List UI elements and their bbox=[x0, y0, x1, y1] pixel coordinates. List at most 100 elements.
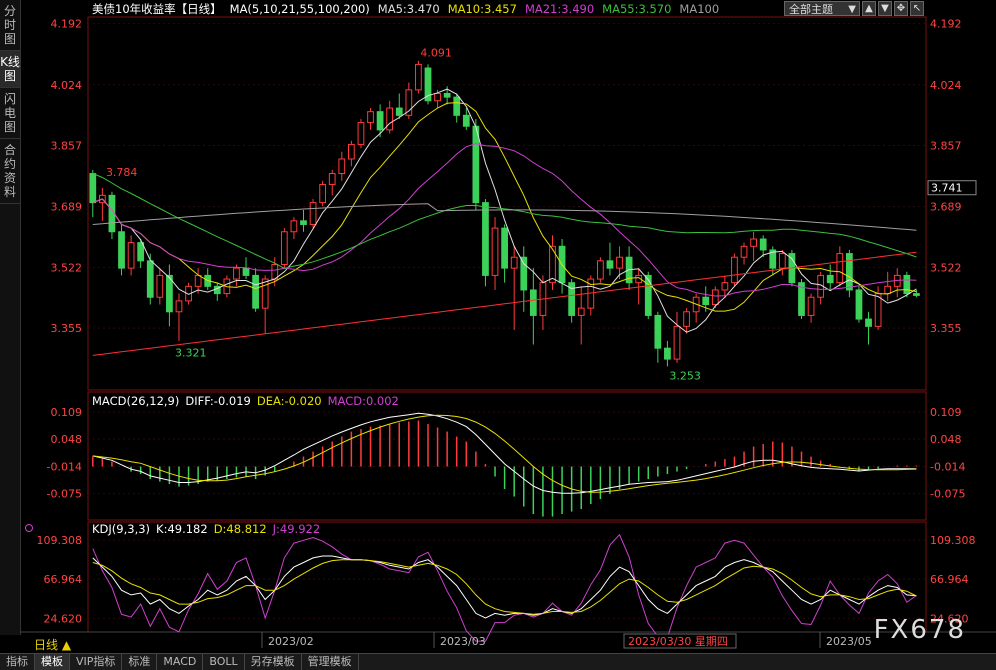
candle-body-29 bbox=[367, 111, 374, 124]
macd-tick-left-0: 0.109 bbox=[51, 406, 83, 419]
bottom-tab-1[interactable]: 模板 bbox=[35, 654, 70, 670]
annotation-high-mar: 4.091 bbox=[420, 46, 452, 59]
candle-body-24 bbox=[319, 183, 327, 204]
candle-body-23 bbox=[309, 202, 317, 225]
candle-body-68 bbox=[740, 245, 748, 258]
left-tab-2[interactable]: 闪电图 bbox=[0, 88, 20, 139]
candle-body-28 bbox=[357, 122, 365, 145]
kdj-j-value: J:49.922 bbox=[272, 522, 321, 536]
ma5-line bbox=[92, 88, 917, 333]
candle-body-19 bbox=[271, 263, 279, 280]
left-tab-1[interactable]: K线图 bbox=[0, 51, 20, 88]
annotation-low-mar: 3.253 bbox=[669, 369, 701, 382]
annotation-high-jan: 3.784 bbox=[106, 166, 138, 179]
chevron-down-icon: ▼ bbox=[848, 4, 856, 15]
candle-body-67 bbox=[731, 256, 738, 284]
annotation-low-jan: 3.321 bbox=[175, 347, 207, 360]
candle-body-61 bbox=[673, 325, 681, 360]
kdj-tick-right-0: 109.308 bbox=[930, 534, 976, 547]
candle-body-51 bbox=[577, 307, 585, 316]
left-tab-0[interactable]: 分时图 bbox=[0, 0, 20, 51]
bottom-tab-5[interactable]: BOLL bbox=[203, 654, 245, 670]
candle-body-39 bbox=[462, 114, 470, 127]
candle-body-26 bbox=[338, 158, 346, 175]
pointer-icon[interactable]: ↖ bbox=[910, 1, 924, 16]
ma5-value: MA5:3.470 bbox=[378, 2, 440, 16]
price-tick-left-3: 3.689 bbox=[51, 201, 83, 214]
candle-body-82 bbox=[874, 293, 882, 327]
candle-body-4 bbox=[127, 242, 135, 269]
crosshair-icon[interactable]: ✥ bbox=[894, 1, 908, 16]
candle-body-81 bbox=[865, 318, 872, 327]
kline-chart[interactable]: 4.192 4.192 4.024 4.024 3.857 3.857 3.689 3.689… bbox=[20, 0, 996, 653]
candle-body-72 bbox=[778, 253, 786, 269]
bottom-tab-6[interactable]: 另存模板 bbox=[245, 654, 302, 670]
time-label-2: 2023/05 bbox=[826, 635, 872, 648]
candle-body-46 bbox=[529, 289, 537, 316]
candle-body-43 bbox=[501, 227, 508, 269]
candle-body-78 bbox=[836, 253, 844, 284]
candle-body-7 bbox=[156, 274, 164, 298]
left-tab-bar: 分时图 K线图 闪电图 合约资料 bbox=[0, 0, 21, 635]
candle-body-22 bbox=[300, 220, 307, 225]
candle-body-27 bbox=[347, 143, 355, 160]
candle-body-69 bbox=[750, 238, 757, 247]
time-label-0: 2023/02 bbox=[268, 635, 314, 648]
bottom-tab-bar: 指标 模板 VIP指标 标准 MACD BOLL 另存模板 管理模板 bbox=[0, 653, 996, 670]
macd-label: MACD(26,12,9) bbox=[92, 394, 179, 408]
candle-body-30 bbox=[376, 111, 384, 131]
price-tick-right-2: 3.857 bbox=[930, 140, 962, 153]
candle-body-44 bbox=[510, 256, 518, 269]
price-tick-right-4: 3.522 bbox=[930, 261, 962, 274]
arrow-up-icon[interactable]: ▲ bbox=[862, 1, 876, 16]
bottom-tab-2[interactable]: VIP指标 bbox=[70, 654, 123, 670]
candle-body-41 bbox=[482, 202, 489, 276]
theme-select[interactable]: 全部主题 ▼ bbox=[784, 1, 860, 16]
candle-body-21 bbox=[290, 220, 298, 233]
bottom-tab-4[interactable]: MACD bbox=[157, 654, 204, 670]
candle-body-66 bbox=[721, 282, 729, 291]
price-tick-right-0: 4.192 bbox=[930, 18, 962, 31]
price-tick-left-2: 3.857 bbox=[51, 140, 83, 153]
left-tab-3[interactable]: 合约资料 bbox=[0, 139, 20, 204]
candle-body-11 bbox=[194, 274, 202, 287]
bottom-tab-3[interactable]: 标准 bbox=[122, 654, 158, 670]
macd-tick-right-0: 0.109 bbox=[930, 406, 962, 419]
macd-tick-right-3: -0.075 bbox=[930, 488, 965, 501]
price-tick-right-3: 3.689 bbox=[930, 201, 962, 214]
kdj-d-value: D:48.812 bbox=[214, 522, 267, 536]
candle-body-9 bbox=[175, 300, 183, 313]
period-text: 日线 bbox=[34, 638, 59, 652]
kdj-panel-frame bbox=[87, 521, 927, 633]
candle-body-79 bbox=[846, 253, 853, 291]
candle-body-65 bbox=[711, 289, 719, 306]
ma21-value: MA21:3.490 bbox=[525, 2, 594, 16]
candle-body-83 bbox=[884, 285, 892, 295]
kdj-tick-left-0: 109.308 bbox=[37, 534, 83, 547]
kdj-tick-right-1: 66.964 bbox=[930, 573, 969, 586]
arrow-down-icon[interactable]: ▼ bbox=[878, 1, 892, 16]
candle-body-64 bbox=[702, 296, 710, 306]
bottom-tab-0[interactable]: 指标 bbox=[0, 654, 35, 670]
price-tick-left-5: 3.355 bbox=[51, 322, 83, 335]
candle-body-75 bbox=[807, 296, 815, 316]
candle-body-18 bbox=[261, 278, 269, 309]
candle-body-85 bbox=[903, 274, 911, 295]
theme-select-label: 全部主题 bbox=[789, 3, 833, 16]
price-tick-left-0: 4.192 bbox=[51, 18, 83, 31]
candle-body-70 bbox=[759, 238, 767, 251]
kdj-k-value: K:49.182 bbox=[156, 522, 208, 536]
candle-body-32 bbox=[395, 107, 403, 116]
macd-panel-frame bbox=[87, 391, 927, 521]
candle-body-59 bbox=[654, 314, 662, 349]
candle-body-3 bbox=[118, 231, 125, 269]
kdj-settings-icon bbox=[25, 524, 33, 532]
macd-tick-left-2: -0.014 bbox=[47, 461, 82, 474]
bottom-tab-7[interactable]: 管理模板 bbox=[302, 654, 359, 670]
price-tick-right-1: 4.024 bbox=[930, 79, 962, 92]
candle-body-36 bbox=[434, 92, 441, 102]
candle-body-15 bbox=[233, 267, 240, 280]
price-panel-frame bbox=[87, 16, 927, 391]
period-label[interactable]: 日线 ▲ bbox=[34, 636, 71, 653]
candle-body-45 bbox=[520, 256, 528, 291]
